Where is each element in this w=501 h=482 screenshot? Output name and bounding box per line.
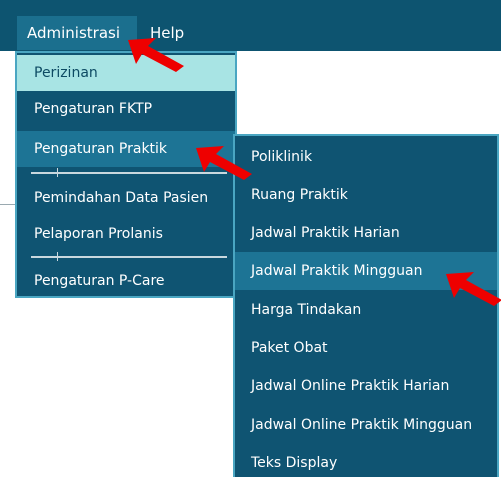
red-arrow-icon bbox=[444, 268, 501, 308]
menu-separator bbox=[31, 252, 227, 261]
submenu-item-jadwal-praktik-harian[interactable]: Jadwal Praktik Harian bbox=[235, 214, 497, 252]
submenu-item-jadwal-online-praktik-harian[interactable]: Jadwal Online Praktik Harian bbox=[235, 367, 497, 405]
submenu-item-jadwal-online-praktik-mingguan[interactable]: Jadwal Online Praktik Mingguan bbox=[235, 406, 497, 444]
menu-item-pengaturan-fktp[interactable]: Pengaturan FKTP bbox=[17, 91, 235, 127]
menu-bar: Administrasi Help bbox=[0, 0, 501, 51]
submenu-item-poliklinik[interactable]: Poliklinik bbox=[235, 138, 497, 176]
menu-administrasi[interactable]: Administrasi bbox=[17, 16, 137, 50]
submenu-item-teks-display[interactable]: Teks Display bbox=[235, 444, 497, 482]
red-arrow-icon bbox=[126, 34, 186, 74]
red-arrow-icon bbox=[194, 142, 254, 182]
menu-item-pengaturan-p-care[interactable]: Pengaturan P-Care bbox=[17, 263, 235, 299]
submenu-item-paket-obat[interactable]: Paket Obat bbox=[235, 329, 497, 367]
menu-item-pelaporan-prolanis[interactable]: Pelaporan Prolanis bbox=[17, 216, 235, 252]
submenu-item-ruang-praktik[interactable]: Ruang Praktik bbox=[235, 176, 497, 214]
menu-item-pemindahan-data-pasien[interactable]: Pemindahan Data Pasien bbox=[17, 180, 235, 216]
